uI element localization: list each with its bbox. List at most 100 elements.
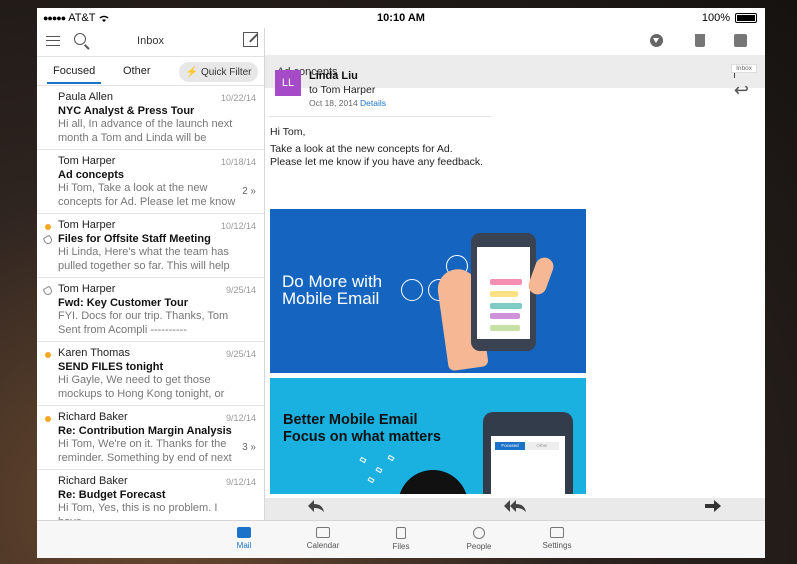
phone-illustration bbox=[471, 233, 536, 351]
people-icon bbox=[473, 527, 485, 539]
promo1-headline: Do More with Mobile Email bbox=[282, 273, 382, 307]
list-item[interactable]: Tom Harper Files for Offsite Staff Meeti… bbox=[37, 214, 264, 278]
message-date: 10/18/14 bbox=[220, 157, 256, 167]
tab-other[interactable]: Other bbox=[123, 65, 151, 77]
avatar: LL bbox=[275, 70, 301, 96]
body-line: Take a look at the new concepts for Ad. bbox=[270, 143, 453, 155]
folder-title: Inbox bbox=[137, 35, 164, 47]
list-item[interactable]: Paula Allen NYC Analyst & Press Tour Hi … bbox=[37, 86, 264, 150]
phone-screen bbox=[477, 247, 530, 339]
message-date: 9/25/14 bbox=[225, 285, 256, 295]
list-item[interactable]: Tom Harper Fwd: Key Customer Tour FYI. D… bbox=[37, 278, 264, 342]
list-toolbar: Inbox bbox=[37, 28, 264, 56]
battery-icon bbox=[735, 13, 757, 23]
files-icon bbox=[396, 527, 406, 539]
reply-all-icon[interactable] bbox=[503, 499, 527, 518]
tab-label: Mail bbox=[236, 541, 252, 550]
sent-date: Oct 18, 2014 bbox=[309, 98, 358, 108]
message-preview: Hi all, In advance of the launch next mo… bbox=[58, 118, 233, 144]
document-icon bbox=[401, 279, 423, 301]
phone2-screen: Focused Other bbox=[491, 436, 565, 494]
promo2-line: Better Mobile Email bbox=[283, 412, 418, 428]
message-subject: Fwd: Key Customer Tour bbox=[58, 296, 188, 309]
message-date: 9/12/14 bbox=[225, 413, 256, 423]
paperclip-icon bbox=[42, 285, 54, 297]
reply-icon[interactable] bbox=[307, 499, 325, 518]
message-date-line: Oct 18, 2014 Details bbox=[309, 98, 386, 108]
message-preview: FYI. Docs for our trip. Thanks, Tom Sent… bbox=[58, 310, 229, 336]
compose-icon[interactable] bbox=[243, 32, 258, 47]
tab-calendar[interactable]: Calendar bbox=[293, 527, 353, 550]
phone2-tab-other: Other bbox=[536, 443, 548, 448]
promo-image-1: Do More with Mobile Email bbox=[270, 209, 586, 373]
message-date: 10/12/14 bbox=[220, 221, 256, 231]
event-bar bbox=[490, 325, 520, 331]
body-greeting: Hi Tom, bbox=[270, 126, 306, 138]
tab-settings[interactable]: Settings bbox=[527, 527, 587, 550]
phone-illustration-2: Focused Other bbox=[483, 412, 573, 494]
archive-icon[interactable] bbox=[734, 34, 747, 47]
quick-filter-label: Quick Filter bbox=[200, 66, 252, 78]
reply-icon[interactable]: ↩ bbox=[734, 80, 749, 101]
mail-icon bbox=[237, 527, 251, 538]
promo1-line: Mobile Email bbox=[282, 289, 380, 308]
message-subject: NYC Analyst & Press Tour bbox=[58, 104, 195, 117]
character-illustration bbox=[398, 470, 468, 494]
thread-count: 3 » bbox=[242, 442, 256, 453]
message-actions bbox=[265, 498, 765, 520]
body-line: Please let me know if you have any feedb… bbox=[270, 156, 484, 168]
phone2-tab-focused: Focused bbox=[495, 442, 525, 450]
event-bar bbox=[490, 303, 522, 309]
unread-dot-icon bbox=[45, 224, 51, 230]
confetti-icon bbox=[359, 456, 367, 464]
message-date: 9/25/14 bbox=[225, 349, 256, 359]
message-subject: Files for Offsite Staff Meeting bbox=[58, 232, 211, 245]
unread-dot-icon bbox=[45, 416, 51, 422]
list-item[interactable]: Richard Baker Re: Contribution Margin An… bbox=[37, 406, 264, 470]
event-bar bbox=[490, 291, 518, 297]
quick-filter-button[interactable]: ⚡ Quick Filter bbox=[179, 62, 258, 82]
confetti-icon bbox=[375, 466, 383, 474]
trash-icon[interactable] bbox=[695, 34, 705, 47]
tab-focused[interactable]: Focused bbox=[46, 65, 102, 84]
paperclip-icon bbox=[42, 234, 54, 246]
message-preview: Hi Linda, Here's what the team has pulle… bbox=[58, 246, 230, 272]
status-bar: ●●●●● AT&T 10:10 AM 100% bbox=[37, 8, 765, 28]
message-date: 10/22/14 bbox=[220, 93, 256, 103]
tab-bar: Mail Calendar Files People Settings bbox=[37, 520, 765, 558]
reading-toolbar bbox=[265, 28, 765, 55]
message-subject: SEND FILES tonight bbox=[58, 360, 164, 373]
sender-block: LL Linda Liu to Tom Harper Oct 18, 2014 … bbox=[275, 70, 492, 110]
details-link[interactable]: Details bbox=[360, 98, 386, 108]
confetti-icon bbox=[387, 454, 395, 462]
message-preview: Hi Tom, We're on it. Thanks for the remi… bbox=[58, 438, 232, 464]
tab-files[interactable]: Files bbox=[371, 527, 431, 551]
message-preview: Hi Gayle, We need to get those mockups t… bbox=[58, 374, 225, 400]
message-subject: Ad concepts bbox=[58, 168, 125, 181]
phone2-tabs: Focused Other bbox=[495, 442, 559, 450]
folder-tag: Inbox bbox=[731, 64, 757, 73]
message-subject: Re: Contribution Margin Analysis bbox=[58, 424, 232, 437]
promo1-line: Do More with bbox=[282, 272, 383, 291]
settings-icon bbox=[550, 527, 564, 538]
status-time: 10:10 AM bbox=[377, 12, 425, 24]
tab-people[interactable]: People bbox=[449, 527, 509, 551]
event-bar bbox=[490, 313, 520, 319]
tab-mail[interactable]: Mail bbox=[214, 527, 274, 550]
promo2-line: Focus on what matters bbox=[283, 429, 441, 445]
event-bar bbox=[490, 279, 522, 285]
reading-pane: Ad concepts Inbox ↩ LL Linda Liu to Tom … bbox=[265, 28, 765, 520]
confetti-icon bbox=[367, 476, 375, 484]
list-item[interactable]: Karen Thomas SEND FILES tonight Hi Gayle… bbox=[37, 342, 264, 406]
message-preview: Hi Tom, Take a look at the new concepts … bbox=[58, 182, 236, 208]
forward-icon[interactable] bbox=[704, 499, 722, 518]
lightning-icon: ⚡ bbox=[185, 66, 198, 78]
list-item[interactable]: Tom Harper Ad concepts Hi Tom, Take a lo… bbox=[37, 150, 264, 214]
message-date: 9/12/14 bbox=[225, 477, 256, 487]
message-subject: Re: Budget Forecast bbox=[58, 488, 166, 501]
tab-label: Files bbox=[392, 542, 410, 551]
promo2-headline: Better Mobile Email Focus on what matter… bbox=[283, 412, 441, 446]
divider bbox=[269, 116, 491, 117]
move-icon[interactable] bbox=[650, 34, 663, 47]
battery-percent: 100% bbox=[701, 12, 730, 24]
